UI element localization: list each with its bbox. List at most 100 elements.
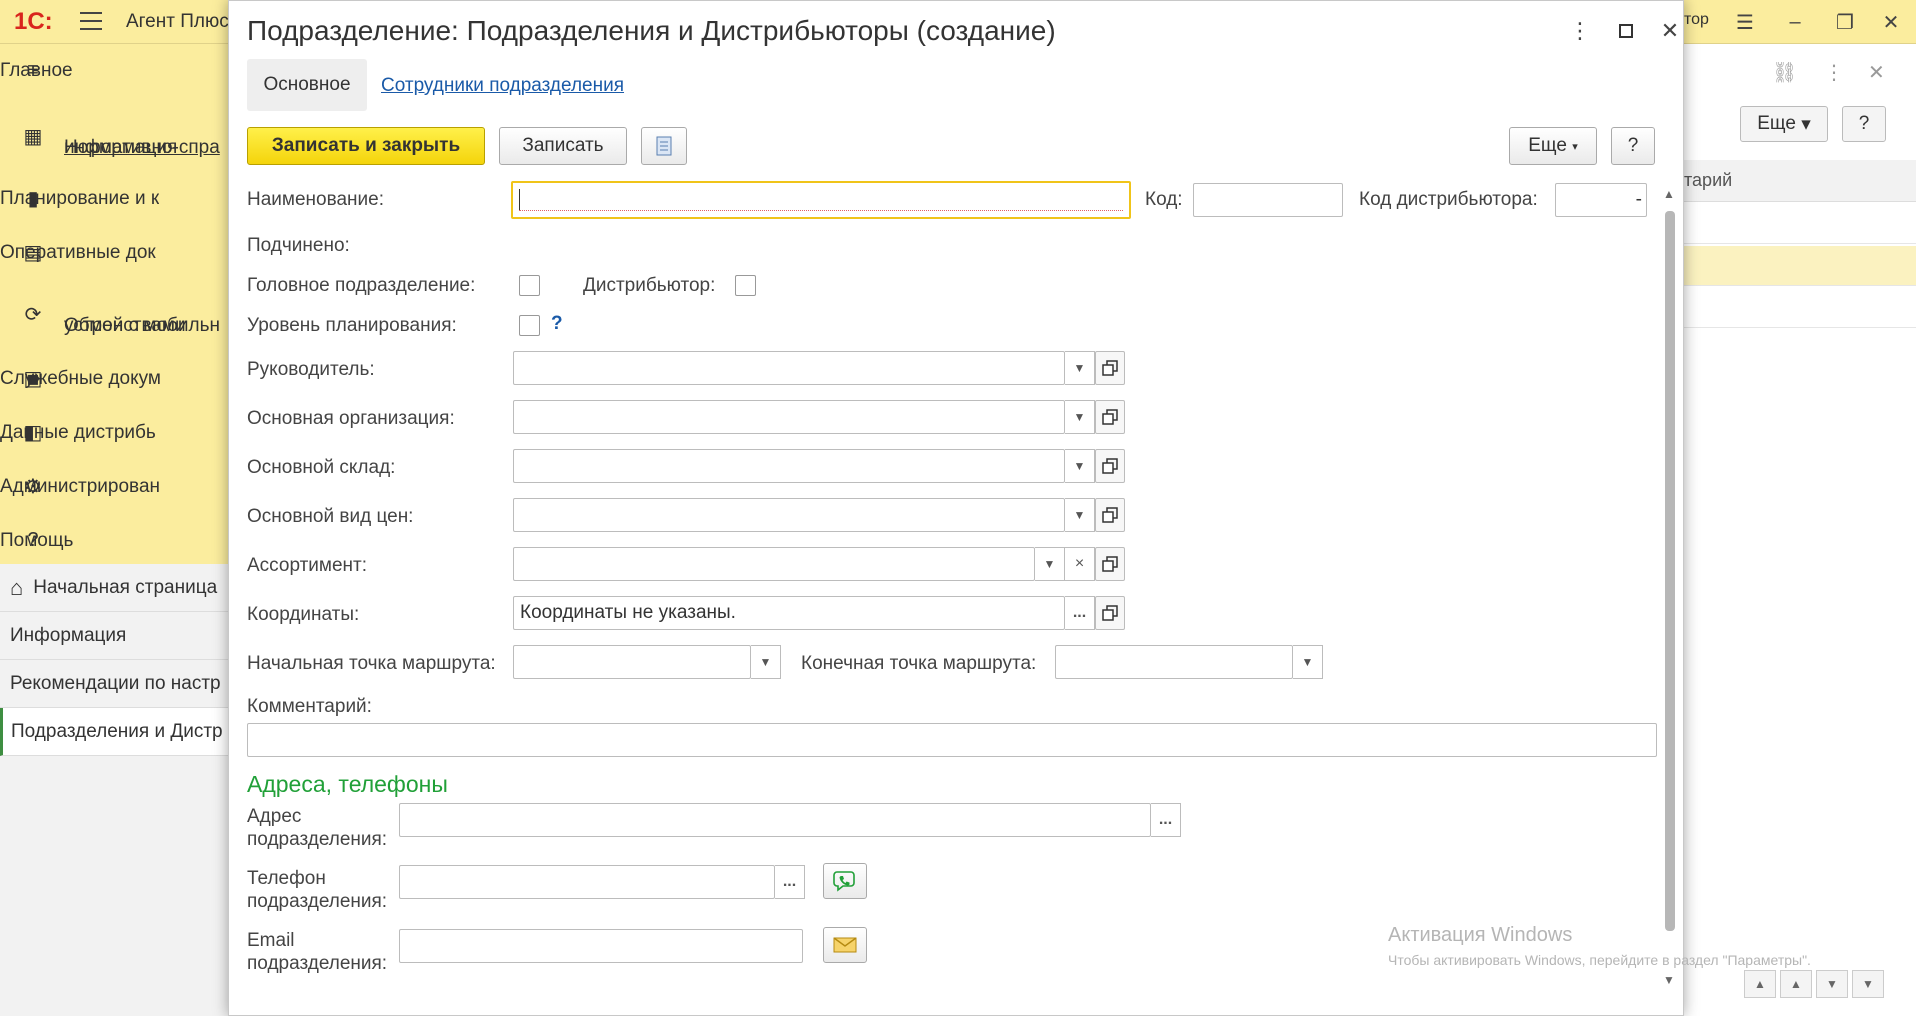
distributor-code-label: Код дистрибьютора: [1359,189,1538,210]
coordinates-open-icon[interactable] [1095,596,1125,630]
sidebar-item-distributor-data[interactable]: ◧ Данные дистрибь [0,410,230,454]
manager-open-icon[interactable] [1095,351,1125,385]
sidebar-item-service-docs[interactable]: ▣ Служебные докум [0,356,230,400]
more-vert-icon[interactable]: ⋮ [1824,60,1844,85]
sidebar-item-help[interactable]: ? Помощь [0,518,230,562]
close-icon[interactable]: ✕ [1868,60,1885,85]
move-down-icon[interactable]: ▼ [1816,970,1848,998]
address-input[interactable] [399,803,1151,837]
phone-select-button[interactable]: ... [775,865,805,899]
open-window-units[interactable]: Подразделения и Дистр [0,708,230,756]
sidebar-item-operational-docs[interactable]: ▤ Оперативные док [0,230,230,274]
sidebar-item-planning[interactable]: ▮ Планирование и к [0,176,230,220]
planning-level-label: Уровень планирования: [247,315,457,336]
route-start-dropdown-icon[interactable]: ▼ [751,645,781,679]
open-window-recommendations[interactable]: Рекомендации по настр [0,660,230,708]
main-price-type-open-icon[interactable] [1095,498,1125,532]
main-menu-icon[interactable] [80,12,102,30]
distributor-code-input[interactable]: - [1555,183,1647,217]
coordinates-select-button[interactable]: ... [1065,596,1095,630]
address-select-button[interactable]: ... [1151,803,1181,837]
table-row[interactable] [1684,246,1916,286]
current-user[interactable]: тор [1684,11,1709,29]
unit-create-dialog: Подразделение: Подразделения и Дистрибью… [228,0,1684,1016]
move-last-icon[interactable]: ▼ [1852,970,1884,998]
help-button[interactable]: ? [1611,127,1655,165]
restore-icon[interactable]: ❐ [1830,8,1860,36]
save-button[interactable]: Записать [499,127,627,165]
phone-input[interactable] [399,865,775,899]
link-icon[interactable]: ⛓ [1772,60,1797,85]
text-caret [519,189,520,211]
open-windows-panel: ⌂ Начальная страница Информация Рекоменд… [0,564,230,1016]
more-vert-icon[interactable]: ⋮ [1563,15,1597,47]
main-price-type-input[interactable] [513,498,1065,532]
main-price-type-dropdown-icon[interactable]: ▼ [1065,498,1095,532]
column-header-comment[interactable]: тарий [1684,160,1916,202]
assortment-dropdown-icon[interactable]: ▼ [1035,547,1065,581]
distributor-label: Дистрибьютор: [583,275,716,296]
main-org-dropdown-icon[interactable]: ▼ [1065,400,1095,434]
main-warehouse-dropdown-icon[interactable]: ▼ [1065,449,1095,483]
maximize-icon[interactable] [1609,15,1643,47]
manager-dropdown-icon[interactable]: ▼ [1065,351,1095,385]
home-icon: ⌂ [10,574,24,600]
report-button[interactable] [641,127,687,165]
assortment-input[interactable] [513,547,1035,581]
scroll-up-icon[interactable]: ▲ [1663,187,1675,201]
main-org-open-icon[interactable] [1095,400,1125,434]
manager-input[interactable] [513,351,1065,385]
scroll-down-icon[interactable]: ▼ [1663,973,1675,987]
call-button[interactable] [823,863,867,899]
route-start-input[interactable] [513,645,751,679]
code-input[interactable] [1193,183,1343,217]
sidebar-item-reference[interactable]: ▦ Нормативно-спра информация [0,108,230,164]
coordinates-input[interactable]: Координаты не указаны. [513,596,1065,630]
report-list-icon [656,136,672,156]
app-title: Агент Плюс [126,11,229,32]
table-row[interactable] [1684,288,1916,328]
main-org-label: Основная организация: [247,408,455,429]
head-unit-checkbox[interactable] [519,275,540,296]
minimize-icon[interactable]: – [1780,8,1810,36]
planning-level-checkbox[interactable] [519,315,540,336]
tab-main[interactable]: Основное [247,59,367,111]
close-app-icon[interactable]: ✕ [1876,8,1906,36]
code-label: Код: [1145,189,1183,210]
route-end-dropdown-icon[interactable]: ▼ [1293,645,1323,679]
background-help-button[interactable]: ? [1842,106,1886,142]
open-window-home[interactable]: ⌂ Начальная страница [0,564,230,612]
envelope-icon [833,937,857,953]
email-input[interactable] [399,929,803,963]
tab-employees[interactable]: Сотрудники подразделения [381,75,624,97]
send-email-button[interactable] [823,927,867,963]
move-first-icon[interactable]: ▲ [1744,970,1776,998]
close-dialog-icon[interactable]: ✕ [1653,15,1687,47]
open-window-info[interactable]: Информация [0,612,230,660]
functions-menu-icon[interactable]: ☰ [1730,8,1760,36]
name-input[interactable] [511,181,1131,219]
email-label: Email подразделения: [247,930,388,974]
windows-activation-title: Активация Windows [1388,924,1573,946]
sidebar-item-main[interactable]: ≡ Главное [0,48,230,92]
comment-input[interactable] [247,723,1657,757]
route-end-input[interactable] [1055,645,1293,679]
move-up-icon[interactable]: ▲ [1780,970,1812,998]
distributor-checkbox[interactable] [735,275,756,296]
background-more-button[interactable]: Еще ▾ [1740,106,1828,142]
planning-level-help-icon[interactable]: ? [551,313,563,335]
more-button[interactable]: Еще ▾ [1509,127,1597,165]
windows-activation-subtitle: Чтобы активировать Windows, перейдите в … [1388,952,1811,968]
table-row[interactable] [1684,204,1916,244]
save-and-close-button[interactable]: Записать и закрыть [247,127,485,165]
main-org-input[interactable] [513,400,1065,434]
manager-label: Руководитель: [247,359,375,380]
main-warehouse-input[interactable] [513,449,1065,483]
assortment-open-icon[interactable] [1095,547,1125,581]
head-unit-label: Головное подразделение: [247,275,476,296]
vertical-scrollbar[interactable] [1665,211,1675,931]
sidebar-item-administration[interactable]: ⚙ Администрирован [0,464,230,508]
assortment-clear-icon[interactable]: × [1065,547,1095,581]
sidebar-item-mobile-exchange[interactable]: ⟳ Обмен с мобильн устройствами [0,284,230,344]
main-warehouse-open-icon[interactable] [1095,449,1125,483]
